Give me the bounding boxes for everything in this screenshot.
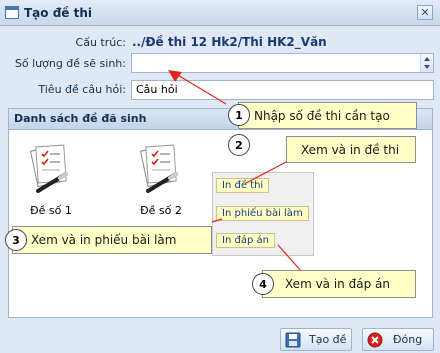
save-icon	[285, 332, 301, 348]
window-title: Tạo đề thi	[24, 6, 93, 20]
create-exam-label: Tạo đề	[309, 333, 347, 346]
structure-label: Cấu trúc:	[75, 36, 126, 49]
callout-4-text: Xem và in đáp án	[285, 277, 390, 291]
menu-print-exam[interactable]: In đề thi	[216, 178, 270, 193]
callout-1-text: Nhập số đề thi cần tạo	[254, 109, 390, 123]
title-input[interactable]: Câu hỏi	[131, 80, 434, 100]
document-pen-icon	[140, 144, 178, 193]
spinner-arrows-icon[interactable]	[420, 54, 433, 72]
callout-3-number: 3	[5, 229, 27, 251]
close-label: Đóng	[393, 333, 423, 346]
callout-2-text: Xem và in đề thi	[301, 143, 400, 157]
window-icon	[5, 6, 19, 19]
document-pen-icon	[30, 144, 68, 193]
close-icon[interactable]: ✕	[417, 5, 433, 20]
create-exam-button[interactable]: Tạo đề	[280, 328, 352, 351]
title-value: Câu hỏi	[136, 83, 178, 96]
exam-item-label: Đề số 2	[140, 204, 182, 217]
exam-item-2[interactable]: Đề số 2	[130, 144, 192, 222]
callout-1: Nhập số đề thi cần tạo	[238, 102, 417, 129]
exam-item-label: Đề số 1	[30, 204, 72, 217]
panel-title: Danh sách đề đã sinh	[14, 112, 147, 125]
menu-print-answer-key[interactable]: In đáp án	[216, 233, 275, 248]
structure-value: ../Đề thi 12 Hk2/Thi HK2_Văn	[132, 35, 327, 49]
close-circle-icon	[367, 332, 383, 348]
exam-item-1[interactable]: Đề số 1	[20, 144, 82, 222]
callout-1-number: 1	[228, 104, 250, 126]
menu-print-answer-sheet[interactable]: In phiếu bài làm	[216, 206, 309, 221]
count-input[interactable]	[131, 53, 434, 73]
callout-2-number: 2	[228, 134, 250, 156]
callout-4: Xem và in đáp án	[262, 270, 416, 298]
title-label: Tiêu đề câu hỏi:	[38, 83, 126, 96]
callout-2: Xem và in đề thi	[286, 136, 416, 163]
close-button[interactable]: Đóng	[362, 328, 434, 351]
count-label: Số lượng đề sẽ sinh:	[14, 57, 126, 70]
callout-3: Xem và in phiếu bài làm	[12, 226, 212, 254]
callout-4-number: 4	[252, 273, 274, 295]
callout-3-text: Xem và in phiếu bài làm	[31, 233, 177, 247]
